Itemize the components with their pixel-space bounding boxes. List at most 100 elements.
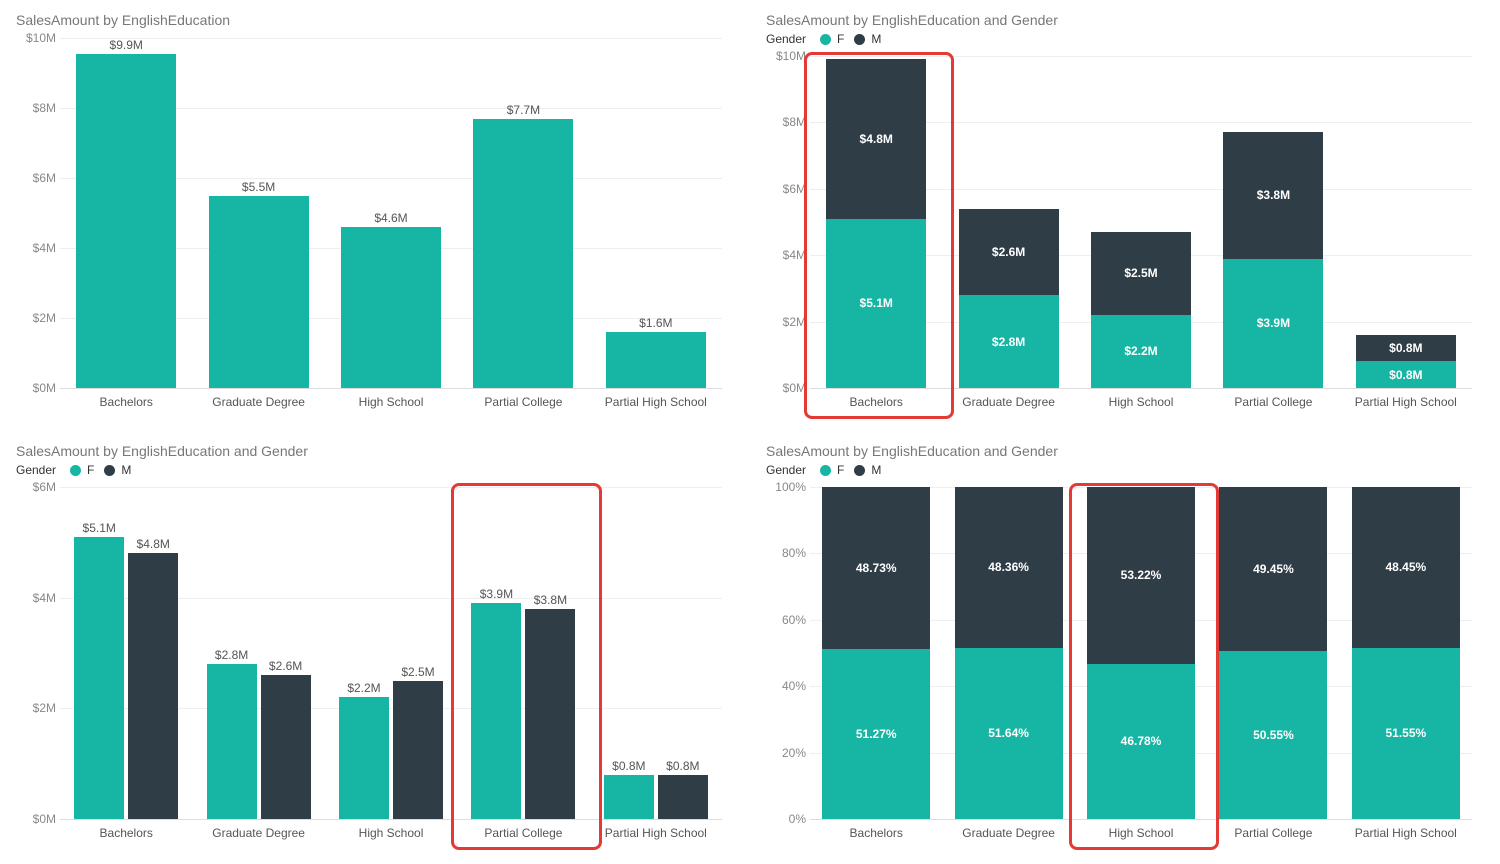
chart-title: SalesAmount by EnglishEducation and Gend… [766,443,1476,459]
stacked-bar[interactable]: 51.27% 48.73% [822,487,930,819]
bar-segment[interactable]: $5.1M [826,219,926,388]
category-group: $2.2M$2.5M [1075,56,1207,388]
bar-segment[interactable]: 50.55% [1219,651,1327,819]
stacked-bar[interactable]: 46.78% 53.22% [1087,487,1195,819]
segment-label: $3.8M [1257,188,1290,202]
category-group: $3.9M $3.8M [457,487,589,819]
segment-label: 46.78% [1121,734,1162,748]
segment-label: 48.73% [856,561,897,575]
bar-segment[interactable]: 51.27% [822,649,930,819]
bar[interactable] [393,681,443,819]
bar-segment[interactable]: 48.45% [1352,487,1460,648]
x-axis-tick: High School [325,391,457,417]
y-axis-tick: 80% [766,546,806,560]
bar[interactable] [76,54,176,388]
plot: $0M$2M$4M$6M$5.1M$4.8M$2.8M$2.6M$2.2M$2.… [16,481,726,848]
plot-area: $0M$2M$4M$6M$8M$10M$9.9M$5.5M$4.6M$7.7M$… [60,38,722,389]
chart-sales-by-education-gender-grouped: SalesAmount by EnglishEducation and Gend… [16,443,726,848]
stacked-bar[interactable]: $2.8M$2.6M [959,209,1059,388]
x-axis-tick: Partial College [457,391,589,417]
segment-label: 51.55% [1385,726,1426,740]
category-group: $7.7M [457,38,589,388]
bar-segment[interactable]: $2.5M [1091,232,1191,315]
bar[interactable] [128,553,178,819]
bar-wrap: $2.6M [261,487,311,819]
bar[interactable] [658,775,708,819]
bar-wrap: $0.8M [658,487,708,819]
bar[interactable] [339,697,389,819]
bar[interactable] [209,196,309,389]
category-group: $9.9M [60,38,192,388]
y-axis-tick: $4M [16,591,56,605]
bar-value-label: $4.8M [137,537,170,551]
category-group: 46.78% 53.22% [1075,487,1207,819]
bar-segment[interactable]: 46.78% [1087,664,1195,819]
stacked-bar[interactable]: 51.55% 48.45% [1352,487,1460,819]
bar-segment[interactable]: $2.8M [959,295,1059,388]
bar[interactable] [341,227,441,388]
bar-segment[interactable]: $2.6M [959,209,1059,295]
bar-value-label: $1.6M [639,316,672,330]
bar-segment[interactable]: 51.64% [955,648,1063,819]
bar-value-label: $3.8M [534,593,567,607]
bar-segment[interactable]: $4.8M [826,59,926,218]
bar[interactable] [525,609,575,819]
bar-wrap: 46.78% 53.22% [1087,487,1195,819]
bar-segment[interactable]: 48.73% [822,487,930,649]
legend-label-m: M [121,463,131,477]
segment-label: $5.1M [860,296,893,310]
bar-segment[interactable]: $3.9M [1223,259,1323,388]
y-axis-tick: 60% [766,613,806,627]
bar-segment[interactable]: 53.22% [1087,487,1195,664]
segment-label: $0.8M [1389,368,1422,382]
stacked-bar[interactable]: $2.2M$2.5M [1091,232,1191,388]
stacked-bar[interactable]: $3.9M $3.8M [1223,132,1323,388]
bar-segment[interactable]: $2.2M [1091,315,1191,388]
category-group: $5.1M $4.8M [810,56,942,388]
x-axis-tick: Partial High School [1340,822,1472,848]
stacked-bar[interactable]: 50.55%49.45% [1219,487,1327,819]
category-group: $2.2M$2.5M [325,487,457,819]
chart-title: SalesAmount by EnglishEducation and Gend… [16,443,726,459]
bar[interactable] [74,537,124,819]
category-group: $5.5M [192,38,324,388]
bar-wrap: $3.9M [471,487,521,819]
y-axis-tick: 40% [766,679,806,693]
legend-label-m: M [871,32,881,46]
y-axis-tick: $2M [16,311,56,325]
bar-segment[interactable]: 49.45% [1219,487,1327,651]
bar[interactable] [261,675,311,819]
stacked-bar[interactable]: $5.1M $4.8M [826,59,926,388]
legend-label-f: F [837,463,844,477]
stacked-bar[interactable]: $0.8M $0.8M [1356,335,1456,388]
dashboard: SalesAmount by EnglishEducation$0M$2M$4M… [0,0,1500,864]
bar-segment[interactable]: 48.36% [955,487,1063,648]
legend-swatch-m [104,465,115,476]
bar-wrap: $2.2M$2.5M [1091,56,1191,388]
stacked-bar[interactable]: 51.64%48.36% [955,487,1063,819]
bar-segment[interactable]: $0.8M [1356,361,1456,388]
plot: $0M$2M$4M$6M$8M$10M$5.1M$4.8M$2.8M$2.6M$… [766,50,1476,417]
bar-segment[interactable]: $3.8M [1223,132,1323,258]
bar-value-label: $9.9M [110,38,143,52]
bar[interactable] [207,664,257,819]
x-axis-labels: BachelorsGraduate DegreeHigh SchoolParti… [60,822,722,848]
x-axis-labels: BachelorsGraduate DegreeHigh SchoolParti… [60,391,722,417]
category-group: 50.55%49.45% [1207,487,1339,819]
segment-label: 53.22% [1121,568,1162,582]
plot-area: $0M$2M$4M$6M$8M$10M$5.1M$4.8M$2.8M$2.6M$… [810,56,1472,389]
plot: 0%20%40%60%80%100%51.27%48.73%51.64%48.3… [766,481,1476,848]
category-group: 51.27% 48.73% [810,487,942,819]
bar[interactable] [604,775,654,819]
bar-wrap: $5.1M $4.8M [826,56,926,388]
bar-segment[interactable]: $0.8M [1356,335,1456,362]
bar-segment[interactable]: 51.55% [1352,648,1460,819]
bar[interactable] [606,332,706,388]
bar-wrap: $0.8M $0.8M [1356,56,1456,388]
bar[interactable] [473,119,573,389]
bar[interactable] [471,603,521,819]
legend: GenderFM [16,463,726,477]
category-group: $0.8M $0.8M [1340,56,1472,388]
segment-label: $3.9M [1257,316,1290,330]
legend-title: Gender [766,32,806,46]
